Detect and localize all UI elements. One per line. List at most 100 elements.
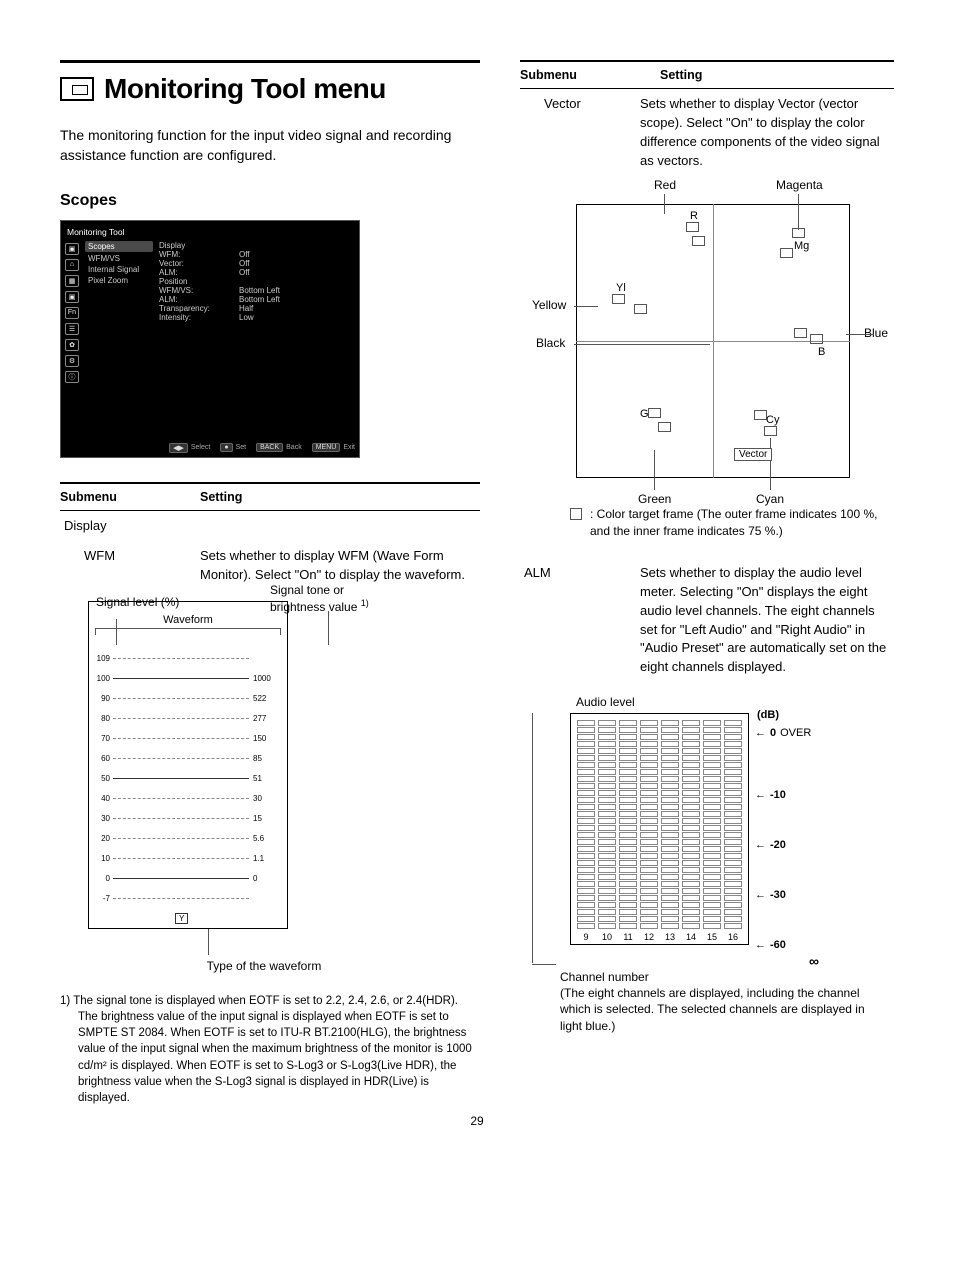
ui-footer-item: ● Set <box>220 443 246 453</box>
alm-channel-bar: 10 <box>598 720 616 942</box>
title-block: Monitoring Tool menu <box>60 60 480 105</box>
b-mark: B <box>818 346 825 358</box>
green-label: Green <box>638 492 671 506</box>
y-marker: Y <box>175 913 188 924</box>
page-title: Monitoring Tool menu <box>104 73 386 105</box>
ui-sidebar-icon: Fn <box>65 307 79 319</box>
section-scopes: Scopes <box>60 192 480 210</box>
waveform-row: 00 <box>93 868 283 888</box>
alm-channel-bar: 12 <box>640 720 658 942</box>
ui-menu-item: Scopes <box>85 241 153 252</box>
ui-footer-item: ◀▶ Select <box>169 443 210 453</box>
ui-sidebar-icon: ▣ <box>65 243 79 255</box>
waveform-row: 101.1 <box>93 848 283 868</box>
red-label: Red <box>654 178 676 192</box>
ui-prop-row: WFM/VS:Bottom Left <box>159 286 355 295</box>
infinity-label: ∞ <box>809 953 819 969</box>
ui-sidebar-icon: ⓘ <box>65 371 79 383</box>
ui-prop-row: ALM:Bottom Left <box>159 295 355 304</box>
ui-footer-item: BACK Back <box>256 443 302 453</box>
ui-prop-row: ALM:Off <box>159 268 355 277</box>
alm-scale-entry: ←-20 <box>755 839 786 851</box>
ui-sidebar-icon: ⚙ <box>65 355 79 367</box>
waveform-figure: Signal level (%) Signal tone or brightne… <box>60 601 480 973</box>
scopes-table: Submenu Setting Display WFM Sets whether… <box>60 482 480 592</box>
cy-mark: Cy <box>766 414 779 426</box>
alm-scale-entry: ←-10 <box>755 789 786 801</box>
waveform-row: 6085 <box>93 748 283 768</box>
type-label: Type of the waveform <box>48 959 480 973</box>
ui-sidebar-icon: ⌂ <box>65 259 79 271</box>
alm-scale-entry: ←-60 <box>755 939 786 951</box>
db-label: (dB) <box>757 709 779 721</box>
vector-figure: Red Magenta Yellow Blue Black Green Cyan… <box>558 186 868 496</box>
audio-level-figure: Audio level 910111213141516 (dB) ∞ ←0 OV… <box>520 695 880 1034</box>
row-alm: ALM <box>520 564 640 677</box>
footnote: 1) The signal tone is displayed when EOT… <box>60 993 480 1106</box>
waveform-row: 3015 <box>93 808 283 828</box>
table-header-submenu: Submenu <box>60 490 200 504</box>
row-display: Display <box>60 517 200 536</box>
waveform-row: 205.6 <box>93 828 283 848</box>
table-header-submenu-r: Submenu <box>520 68 660 82</box>
waveform-row: 4030 <box>93 788 283 808</box>
table-header-setting-r: Setting <box>660 68 894 82</box>
ui-prop-row: Position <box>159 277 355 286</box>
waveform-row: 1001000 <box>93 668 283 688</box>
alm-channel-bar: 16 <box>724 720 742 942</box>
alm-channel-bar: 11 <box>619 720 637 942</box>
black-label: Black <box>536 336 565 350</box>
row-alm-desc: Sets whether to display the audio level … <box>640 564 894 677</box>
target-frame-icon <box>570 508 582 520</box>
waveform-row: 5051 <box>93 768 283 788</box>
intro-text: The monitoring function for the input vi… <box>60 125 480 166</box>
alm-channel-bar: 13 <box>661 720 679 942</box>
ui-menu-item: WFM/VS <box>85 253 153 264</box>
ui-prop-row: WFM:Off <box>159 250 355 259</box>
alm-channel-bar: 9 <box>577 720 595 942</box>
ui-sidebar-icon: ☰ <box>65 323 79 335</box>
ui-prop-row: Vector:Off <box>159 259 355 268</box>
waveform-label: Waveform <box>163 614 213 626</box>
ui-prop-row: Intensity:Low <box>159 313 355 322</box>
monitoring-tool-icon <box>60 77 94 101</box>
r-mark: R <box>690 210 698 222</box>
ui-prop-row: Transparency:Half <box>159 304 355 313</box>
ui-window-title: Monitoring Tool <box>65 225 355 241</box>
g-mark: G <box>640 408 649 420</box>
ui-prop-row: Display <box>159 241 355 250</box>
blue-label: Blue <box>864 326 888 340</box>
waveform-row: 90522 <box>93 688 283 708</box>
alm-channel-bar: 14 <box>682 720 700 942</box>
row-wfm-desc: Sets whether to display WFM (Wave Form M… <box>200 547 480 585</box>
waveform-row: 70150 <box>93 728 283 748</box>
mg-mark: Mg <box>794 240 809 252</box>
row-vector: Vector <box>520 95 640 170</box>
yellow-label: Yellow <box>532 298 566 312</box>
cyan-label: Cyan <box>756 492 784 506</box>
magenta-label: Magenta <box>776 178 823 192</box>
yl-mark: Yl <box>616 282 626 294</box>
ui-footer-item: MENU Exit <box>312 443 355 453</box>
page-number: 29 <box>470 1114 483 1128</box>
waveform-row: -7 <box>93 888 283 908</box>
alm-scale-entry: ←0 OVER <box>755 727 811 739</box>
vector-boxlabel: Vector <box>734 448 772 461</box>
ui-screenshot: Monitoring Tool ▣⌂▦▣Fn☰✿⚙ⓘ ScopesWFM/VSI… <box>60 220 360 458</box>
row-vector-desc: Sets whether to display Vector (vector s… <box>640 95 894 170</box>
ui-sidebar-icon: ▦ <box>65 275 79 287</box>
waveform-row: 80277 <box>93 708 283 728</box>
table-header-setting: Setting <box>200 490 480 504</box>
channel-number-label: Channel number (The eight channels are d… <box>560 969 880 1034</box>
ui-sidebar-icon: ▣ <box>65 291 79 303</box>
ui-menu-item: Pixel Zoom <box>85 275 153 286</box>
ui-sidebar-icon: ✿ <box>65 339 79 351</box>
ui-menu-item: Internal Signal <box>85 264 153 275</box>
color-target-note: : Color target frame (The outer frame in… <box>520 506 894 540</box>
waveform-row: 109 <box>93 648 283 668</box>
row-wfm: WFM <box>60 547 200 585</box>
tone-label: Signal tone or brightness value 1) <box>270 583 390 614</box>
alm-scale-entry: ←-30 <box>755 889 786 901</box>
alm-channel-bar: 15 <box>703 720 721 942</box>
audio-level-label: Audio level <box>576 695 880 709</box>
